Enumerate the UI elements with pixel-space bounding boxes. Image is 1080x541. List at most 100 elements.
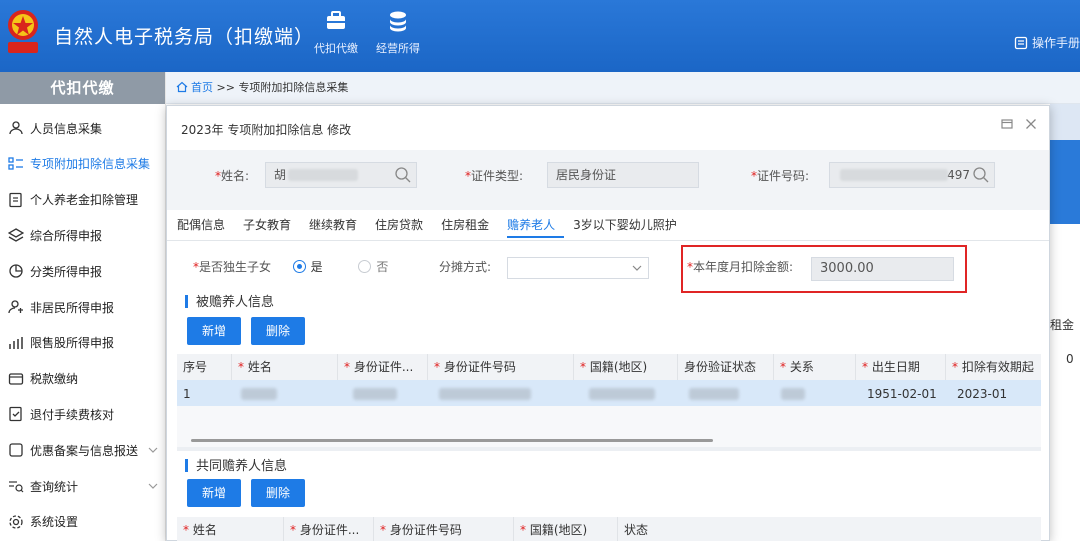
id-type-field[interactable]: 居民身份证 <box>547 162 699 188</box>
coin-stack-icon <box>390 11 406 32</box>
column-header[interactable]: * 出生日期 <box>855 354 920 380</box>
name-label-text: 姓名: <box>221 169 250 183</box>
co-supporter-table-header: * 姓名 * 身份证件... * 身份证件号码 * 国籍(地区) 状态 <box>177 517 1041 541</box>
add-co-supporter-button[interactable]: 新增 <box>187 479 241 507</box>
column-header[interactable]: * 身份证件号码 <box>427 354 516 380</box>
column-header[interactable]: * 身份证件号码 <box>373 517 462 541</box>
tab-housing-rent[interactable]: 住房租金 <box>441 216 498 238</box>
tab-elderly-support[interactable]: 赡养老人 <box>507 216 565 238</box>
briefcase-icon <box>327 11 345 29</box>
column-header[interactable]: * 身份证件... <box>337 354 413 380</box>
search-icon[interactable] <box>394 166 412 184</box>
nav-withholding-label: 代扣代缴 <box>314 42 358 55</box>
column-header[interactable]: * 国籍(地区) <box>573 354 647 380</box>
background-column-header: 租金 <box>1050 318 1075 332</box>
sidebar-item[interactable]: 人员信息采集 <box>0 110 166 146</box>
app-title: 自然人电子税务局（扣缴端） <box>54 26 315 48</box>
tab-spouse[interactable]: 配偶信息 <box>177 216 234 238</box>
split-method-label: 分摊方式: <box>439 260 492 274</box>
column-header[interactable]: * 国籍(地区) <box>513 517 587 541</box>
background-blue-block <box>1050 140 1080 224</box>
sidebar-item[interactable]: 专项附加扣除信息采集 <box>0 146 166 182</box>
only-child-yes-label[interactable]: 是 <box>311 260 323 274</box>
tab-child-education[interactable]: 子女教育 <box>243 216 300 238</box>
search-icon[interactable] <box>972 166 990 184</box>
column-header[interactable]: * 姓名 <box>231 354 272 380</box>
breadcrumb-current: 专项附加扣除信息采集 <box>238 81 349 94</box>
sidebar-item[interactable]: 综合所得申报 <box>0 217 166 253</box>
nav-business-income-button[interactable]: 经营所得 <box>368 10 428 56</box>
column-header-text: 国籍(地区) <box>529 523 588 537</box>
sidebar-item[interactable]: 优惠备案与信息报送 <box>0 432 166 468</box>
sidebar-item[interactable]: 退付手续费核对 <box>0 396 166 432</box>
required-mark: * <box>290 523 300 537</box>
id-type-label-text: 证件类型: <box>471 169 524 183</box>
id-number-label-text: 证件号码: <box>757 169 810 183</box>
split-method-select[interactable] <box>507 257 649 279</box>
close-icon[interactable] <box>1025 118 1037 130</box>
amount-highlight-box <box>681 245 967 293</box>
sidebar-item[interactable]: 个人养老金扣除管理 <box>0 182 166 218</box>
wallet-icon <box>2 371 30 387</box>
only-child-no-radio[interactable] <box>358 260 372 273</box>
id-type-value: 居民身份证 <box>556 168 617 182</box>
tab-continuing-education[interactable]: 继续教育 <box>309 216 366 238</box>
redacted-mask <box>288 169 358 181</box>
column-header-text: 姓名 <box>247 360 272 374</box>
row-index: 1 <box>183 387 191 401</box>
sidebar-item[interactable]: 限售股所得申报 <box>0 325 166 361</box>
name-field[interactable]: 胡 <box>265 162 417 188</box>
column-header[interactable]: * 姓名 <box>177 517 217 541</box>
only-child-no-label[interactable]: 否 <box>376 260 388 274</box>
redacted-mask <box>689 388 739 400</box>
horizontal-scrollbar[interactable] <box>191 439 713 442</box>
only-child-yes-radio[interactable] <box>292 260 306 273</box>
operation-manual-link[interactable]: 操作手册 <box>1014 34 1080 51</box>
name-label: *姓名: <box>215 169 250 183</box>
sidebar-item-label: 税款缴纳 <box>30 372 79 387</box>
tab-infant-care[interactable]: 3岁以下婴幼儿照护 <box>573 216 686 238</box>
sidebar-item-label: 非居民所得申报 <box>30 300 115 315</box>
column-header[interactable]: 身份验证状态 <box>677 354 756 380</box>
sidebar-item[interactable]: 分类所得申报 <box>0 253 166 289</box>
column-header-text: 身份证件号码 <box>443 360 516 374</box>
breadcrumb: 首页 >> 专项附加扣除信息采集 <box>166 72 1080 104</box>
tax-emblem-icon <box>8 10 38 53</box>
column-header-text: 身份证件号码 <box>389 523 462 537</box>
id-number-value: 497 <box>947 168 970 182</box>
maximize-icon[interactable] <box>1001 118 1013 130</box>
sidebar-item[interactable]: 税款缴纳 <box>0 361 166 397</box>
delete-co-supporter-button[interactable]: 删除 <box>251 479 305 507</box>
column-header[interactable]: * 关系 <box>773 354 814 380</box>
required-mark: * <box>434 360 444 374</box>
table-row[interactable]: 1 1951-02-01 2023-01 <box>177 380 1041 408</box>
sidebar-item[interactable]: 非居民所得申报 <box>0 289 166 325</box>
sidebar-item-label: 查询统计 <box>30 479 79 494</box>
sidebar-item-label: 综合所得申报 <box>30 228 103 243</box>
column-header[interactable]: 状态 <box>617 517 648 541</box>
required-mark: * <box>580 360 590 374</box>
name-field-value: 胡 <box>274 168 287 182</box>
edit-deduction-modal: 2023年 专项附加扣除信息 修改 *姓名: 胡 *证件类型: 居民身份证 *证… <box>166 105 1050 541</box>
breadcrumb-home-link[interactable]: 首页 <box>191 81 213 94</box>
modal-toolbar <box>1001 118 1037 130</box>
column-header-text: 国籍(地区) <box>589 360 648 374</box>
add-supported-button[interactable]: 新增 <box>187 317 241 345</box>
nav-withholding-button[interactable]: 代扣代缴 <box>306 10 366 56</box>
redacted-mask <box>589 388 655 400</box>
table-scroll-area <box>177 406 1041 450</box>
sidebar-item[interactable]: 系统设置 <box>0 504 166 540</box>
column-header[interactable]: 序号 <box>177 354 207 380</box>
tabs-divider <box>167 240 1049 241</box>
sidebar-item-label: 分类所得申报 <box>30 264 103 279</box>
column-header[interactable]: * 身份证件... <box>283 517 359 541</box>
redacted-mask <box>439 388 531 400</box>
column-header-text: 序号 <box>183 360 208 374</box>
delete-supported-button[interactable]: 删除 <box>251 317 305 345</box>
background-cell: 0 <box>1066 352 1074 366</box>
id-number-field[interactable]: 497 <box>829 162 995 188</box>
column-header[interactable]: * 扣除有效期起 <box>945 354 1034 380</box>
sidebar-item[interactable]: 查询统计 <box>0 468 166 504</box>
sidebar-item-label: 优惠备案与信息报送 <box>30 443 139 458</box>
tab-housing-loan[interactable]: 住房贷款 <box>375 216 432 238</box>
